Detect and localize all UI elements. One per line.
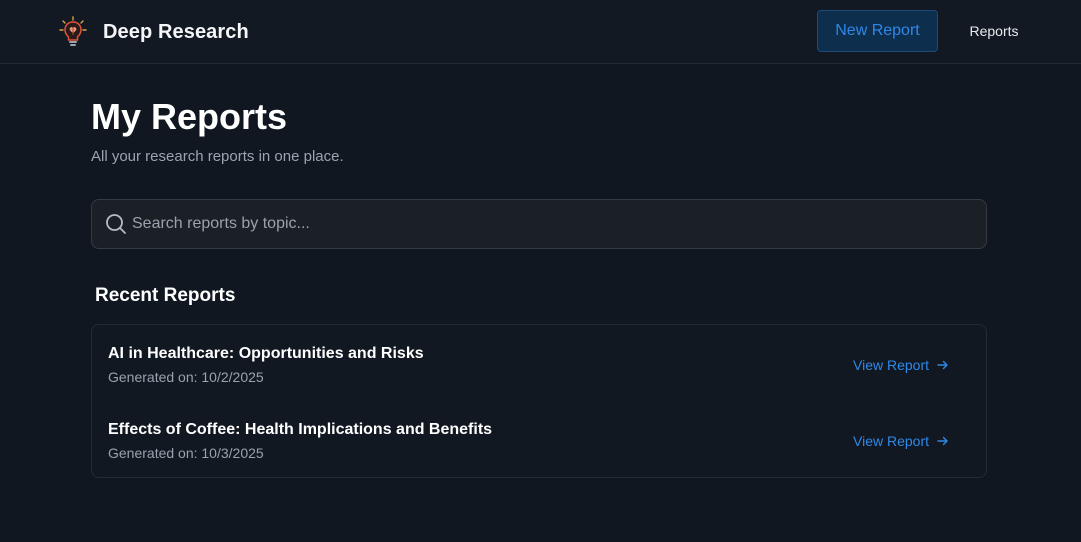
report-title[interactable]: Effects of Coffee: Health Implications a… [108, 421, 492, 439]
view-report-label: View Report [853, 433, 930, 449]
report-date: Generated on: 10/3/2025 [108, 445, 264, 461]
lightbulb-brain-icon [58, 15, 88, 49]
search-bar [91, 199, 987, 249]
view-report-link[interactable]: View Report [853, 355, 949, 375]
view-report-label: View Report [853, 357, 930, 373]
report-list: AI in Healthcare: Opportunities and Risk… [91, 324, 987, 478]
top-navigation-bar: Deep Research New Report Reports [0, 0, 1081, 64]
arrow-right-icon [937, 360, 948, 370]
nav-link-reports[interactable]: Reports [955, 10, 1033, 52]
page-title: My Reports [91, 96, 288, 137]
page-subtitle: All your research reports in one place. [91, 148, 344, 165]
arrow-right-icon [937, 436, 948, 446]
new-report-button[interactable]: New Report [817, 10, 938, 52]
view-report-link[interactable]: View Report [853, 431, 949, 451]
search-icon [105, 213, 127, 235]
recent-reports-heading: Recent Reports [95, 285, 236, 306]
search-input[interactable] [132, 200, 986, 248]
app-name: Deep Research [103, 20, 249, 43]
report-title[interactable]: AI in Healthcare: Opportunities and Risk… [108, 345, 424, 363]
report-date: Generated on: 10/2/2025 [108, 369, 264, 385]
brand[interactable]: Deep Research [58, 14, 249, 50]
report-item[interactable]: AI in Healthcare: Opportunities and Risk… [92, 325, 986, 401]
report-item[interactable]: Effects of Coffee: Health Implications a… [92, 401, 986, 477]
